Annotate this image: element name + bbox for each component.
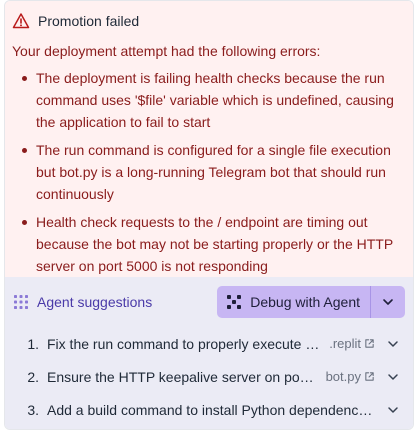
expand-suggestion-button[interactable]	[381, 338, 405, 350]
suggestion-text: Add a build command to install Python de…	[47, 401, 375, 418]
error-panel: Promotion failed Your deployment attempt…	[5, 1, 413, 277]
suggestion-number: 3.	[27, 401, 39, 418]
expand-suggestion-button[interactable]	[381, 371, 405, 383]
suggestion-text: Fix the run command to properly execute …	[47, 335, 322, 352]
agent-icon	[226, 294, 242, 310]
suggestion-number: 2.	[27, 368, 39, 385]
chevron-down-icon	[388, 373, 398, 380]
chevron-down-icon	[388, 340, 398, 347]
error-title: Promotion failed	[38, 13, 140, 29]
file-name: .replit	[329, 336, 361, 351]
file-name: bot.py	[325, 369, 361, 384]
chevron-down-icon	[388, 406, 398, 413]
error-item: Health check requests to the / endpoint …	[12, 211, 405, 277]
debug-with-agent-group: Debug with Agent	[217, 286, 405, 318]
suggestion-item[interactable]: 2. Ensure the HTTP keepalive server on p…	[13, 360, 405, 393]
error-intro: Your deployment attempt had the followin…	[12, 43, 321, 59]
agent-sparkle-icon	[13, 294, 29, 310]
error-item: The deployment is failing health checks …	[12, 67, 405, 133]
warning-icon	[12, 12, 30, 30]
suggestion-file-link[interactable]: .replit	[329, 336, 375, 351]
agent-suggestions-label: Agent suggestions	[37, 294, 153, 310]
debug-with-agent-label: Debug with Agent	[250, 294, 360, 310]
deployment-status-card: Promotion failed Your deployment attempt…	[4, 0, 414, 430]
agent-title-group: Agent suggestions	[13, 294, 152, 310]
suggestion-item[interactable]: 1. Fix the run command to properly execu…	[13, 327, 405, 360]
error-header: Promotion failed	[12, 7, 405, 35]
error-item: The run command is configured for a sing…	[12, 139, 405, 205]
external-link-icon	[364, 371, 375, 382]
expand-suggestion-button[interactable]	[381, 404, 405, 416]
suggestion-number: 1.	[27, 335, 39, 352]
suggestion-item[interactable]: 3. Add a build command to install Python…	[13, 393, 405, 426]
agent-suggestions-panel: Agent suggestions Debug with Agent 1. Fi…	[5, 277, 413, 429]
debug-with-agent-button[interactable]: Debug with Agent	[217, 286, 370, 318]
suggestion-text: Ensure the HTTP keepalive server on port…	[47, 368, 318, 385]
agent-header: Agent suggestions Debug with Agent	[13, 286, 405, 318]
error-list: The deployment is failing health checks …	[12, 67, 405, 277]
suggestion-file-link[interactable]: bot.py	[326, 369, 375, 384]
suggestion-list: 1. Fix the run command to properly execu…	[13, 327, 405, 426]
debug-options-dropdown[interactable]	[371, 286, 405, 318]
external-link-icon	[364, 338, 375, 349]
chevron-down-icon	[382, 296, 394, 308]
